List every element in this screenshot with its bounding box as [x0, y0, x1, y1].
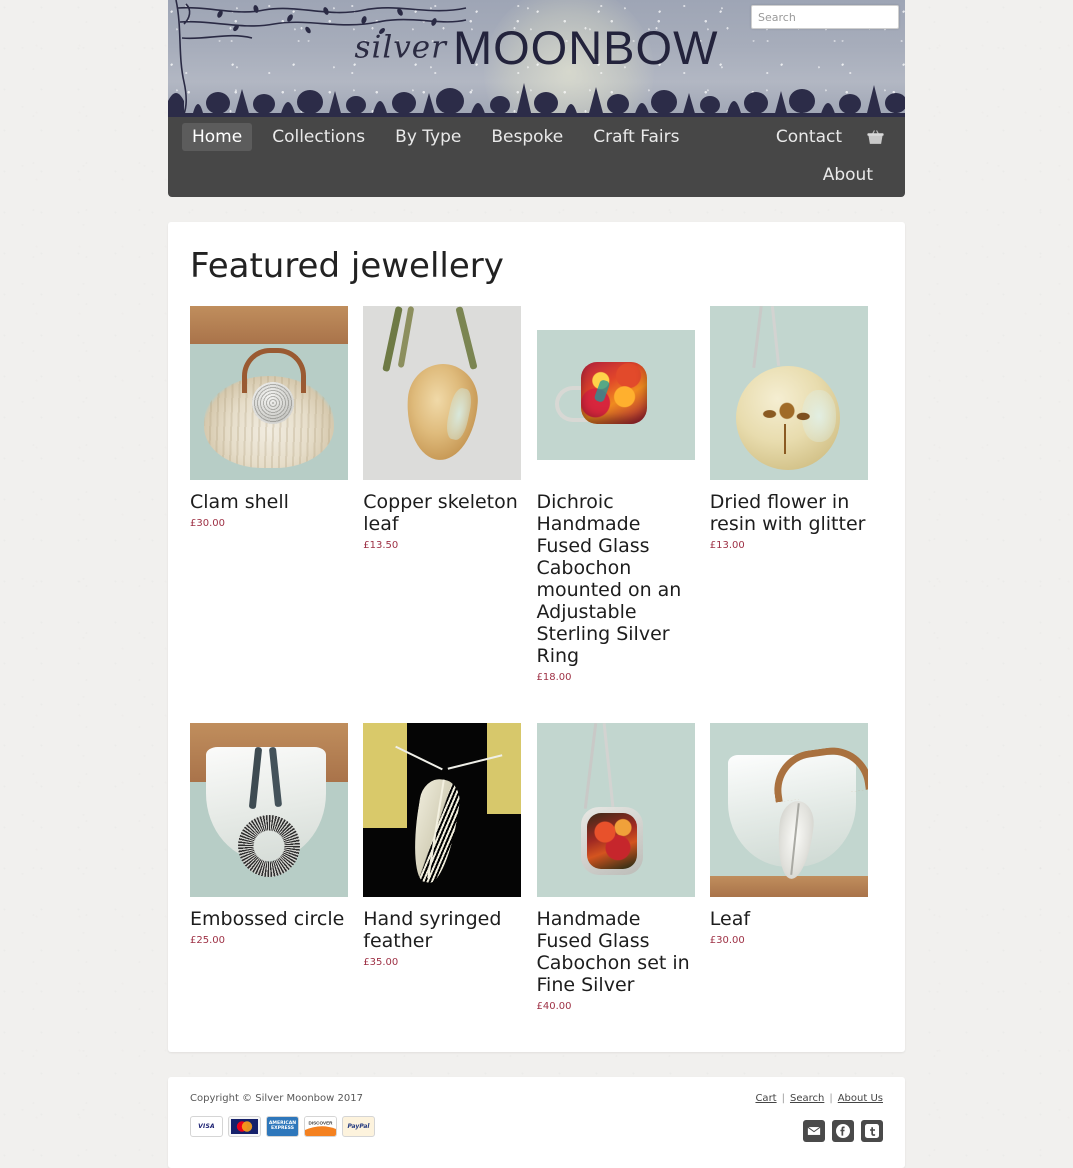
nav-item-contact[interactable]: Contact — [766, 123, 852, 151]
product-image-dichroic-ring[interactable] — [536, 306, 695, 480]
product-name: Handmade Fused Glass Cabochon set in Fin… — [536, 908, 690, 997]
product-card-dichroic-ring[interactable]: Dichroic Handmade Fused Glass Cabochon m… — [536, 306, 710, 684]
footer-links: Cart | Search | About Us — [755, 1093, 883, 1104]
footer-link-search[interactable]: Search — [790, 1093, 824, 1104]
mastercard-icon — [228, 1116, 261, 1138]
mastercard-glyph — [231, 1119, 258, 1135]
product-price: £13.00 — [709, 540, 745, 552]
nav-item-craft-fairs[interactable]: Craft Fairs — [583, 123, 689, 151]
twitter-glyph — [865, 1124, 879, 1139]
product-name: Hand syringed feather — [363, 908, 502, 953]
page-container: silverMOONBOW Home Collections By Type B… — [168, 0, 905, 1168]
site-banner: silver MOONBOW — [168, 0, 905, 117]
product-image-embossed-circle[interactable] — [190, 723, 348, 898]
social-links-row — [755, 1120, 883, 1143]
nav-item-collections[interactable]: Collections — [262, 123, 375, 151]
copyright-text: Copyright © Silver Moonbow 2017 — [190, 1093, 363, 1105]
product-price: £40.00 — [536, 1001, 572, 1013]
footer-link-separator-1: | — [781, 1093, 785, 1105]
email-icon[interactable] — [803, 1120, 825, 1143]
product-card-clam-shell[interactable]: Clam shell £30.00 — [190, 306, 363, 683]
footer-left: Copyright © Silver Moonbow 2017 VISA AME… — [190, 1093, 375, 1142]
treeline-graphic — [168, 83, 905, 117]
nav-item-by-type[interactable]: By Type — [385, 123, 471, 151]
nav-left-group: Home Collections By Type Bespoke Craft F… — [182, 123, 699, 151]
nav-item-about[interactable]: About — [813, 161, 883, 189]
footer-link-about-us[interactable]: About Us — [838, 1093, 883, 1104]
footer-link-cart[interactable]: Cart — [755, 1093, 776, 1104]
product-card-leaf[interactable]: Leaf £30.00 — [709, 723, 883, 1012]
search-input[interactable] — [752, 7, 905, 27]
product-price: £35.00 — [363, 957, 399, 969]
product-name: Dried flower in resin with glitter — [709, 491, 866, 536]
product-image-copper-skeleton-leaf[interactable] — [363, 306, 522, 480]
product-name: Clam shell — [190, 491, 289, 513]
main-navigation: Home Collections By Type Bespoke Craft F… — [168, 117, 905, 197]
product-price: £30.00 — [190, 518, 225, 530]
product-image-fused-glass-cabochon[interactable] — [536, 723, 695, 898]
basket-glyph — [867, 129, 884, 144]
twitter-icon[interactable] — [861, 1120, 883, 1143]
product-card-copper-skeleton-leaf[interactable]: Copper skeleton leaf £13.50 — [363, 306, 536, 683]
footer-link-separator-2: | — [829, 1093, 833, 1105]
nav-right-group: Contact — [754, 123, 887, 151]
nav-item-home[interactable]: Home — [182, 123, 253, 151]
discover-icon: DISCOVER — [304, 1116, 337, 1138]
product-name: Copper skeleton leaf — [363, 491, 518, 536]
product-image-hand-syringed-feather[interactable] — [363, 723, 522, 898]
envelope-glyph — [807, 1126, 821, 1137]
site-footer: Copyright © Silver Moonbow 2017 VISA AME… — [168, 1077, 905, 1168]
product-name: Leaf — [709, 908, 751, 931]
product-price: £18.00 — [536, 672, 572, 684]
product-card-hand-syringed-feather[interactable]: Hand syringed feather £35.00 — [363, 723, 536, 1012]
product-price: £13.50 — [363, 540, 399, 552]
nav-item-bespoke[interactable]: Bespoke — [481, 123, 573, 151]
footer-right: Cart | Search | About Us — [755, 1093, 883, 1143]
product-card-fused-glass-cabochon[interactable]: Handmade Fused Glass Cabochon set in Fin… — [536, 723, 710, 1013]
nav-primary-row: Home Collections By Type Bespoke Craft F… — [182, 123, 887, 151]
product-card-dried-flower-resin[interactable]: Dried flower in resin with glitter £13.0… — [709, 306, 883, 683]
visa-icon: VISA — [190, 1116, 223, 1138]
product-price: £25.00 — [190, 935, 225, 947]
amex-icon: AMERICAN EXPRESS — [266, 1116, 299, 1138]
paypal-icon: PayPal — [342, 1116, 375, 1138]
search-box[interactable] — [751, 5, 905, 29]
facebook-glyph — [836, 1124, 850, 1139]
page-title: Featured jewellery — [190, 246, 504, 286]
product-name: Embossed circle — [190, 908, 345, 931]
shopping-basket-icon[interactable] — [866, 129, 885, 146]
product-image-clam-shell[interactable] — [190, 306, 348, 480]
payment-methods-row: VISA AMERICAN EXPRESS DISCOVER PayPal — [190, 1116, 375, 1138]
product-name: Dichroic Handmade Fused Glass Cabochon m… — [536, 491, 682, 668]
product-image-leaf[interactable] — [709, 723, 868, 898]
svg-text:DISCOVER: DISCOVER — [309, 1121, 334, 1126]
facebook-icon[interactable] — [832, 1120, 854, 1143]
discover-glyph: DISCOVER — [305, 1117, 336, 1137]
featured-jewellery-section: Featured jewellery Clam shell £30.00 Cop… — [168, 222, 905, 1053]
product-grid: Clam shell £30.00 Copper skeleton leaf £… — [190, 306, 883, 1018]
product-price: £30.00 — [709, 935, 745, 947]
product-card-embossed-circle[interactable]: Embossed circle £25.00 — [190, 723, 363, 1012]
nav-secondary-row: About — [182, 161, 887, 189]
product-image-dried-flower-resin[interactable] — [709, 306, 868, 480]
